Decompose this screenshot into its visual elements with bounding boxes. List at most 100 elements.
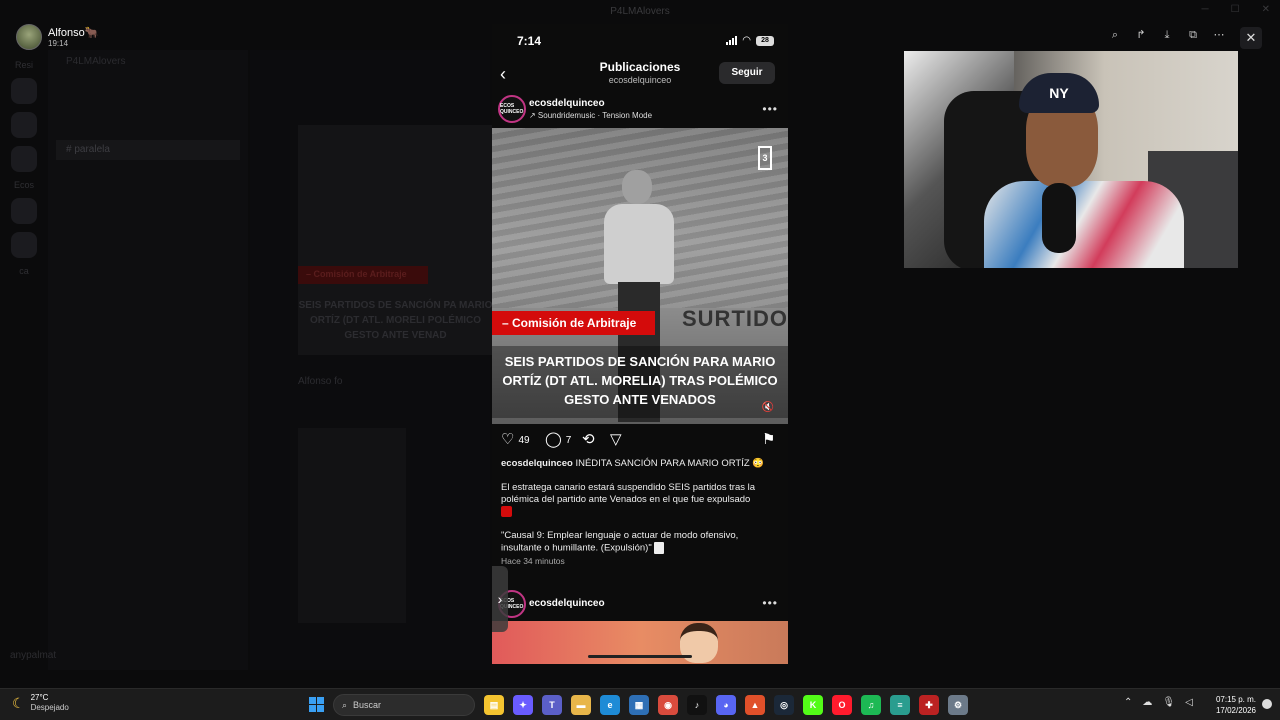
avatar[interactable]: ECOS QUINCEO (498, 95, 526, 123)
comment-icon[interactable]: ◯ (545, 432, 562, 448)
search-input[interactable]: ⌕ Buscar (333, 694, 475, 716)
post-caption: ecosdelquinceo INÉDITA SANCIÓN PARA MARI… (501, 458, 781, 567)
battery-icon: 28 (756, 35, 774, 46)
taskbar-apps: ▤ ✦ T ▬ e ▦ ◉ ♪ ◕ ▲ ◎ K O ♫ ≡ ✚ ⚙ (484, 695, 968, 715)
server-icon[interactable] (11, 232, 37, 258)
status-icons: ◠ 28 (726, 35, 774, 46)
mute-icon[interactable]: 🔇 (762, 402, 774, 413)
chevron-right-icon[interactable]: › (492, 566, 508, 632)
streamer-shirt (984, 181, 1184, 268)
post-username[interactable]: ecosdelquinceo (529, 598, 605, 609)
background-server-list: Resi Ecos ca (8, 60, 40, 276)
kick-icon[interactable]: K (803, 695, 823, 715)
phone-status-bar: 7:14 ◠ 28 (492, 24, 788, 58)
sponsor-text: SURTIDO (682, 306, 788, 331)
open-external-icon[interactable]: ⧉ (1186, 28, 1200, 42)
caption-title: INÉDITA SANCIÓN PARA MARIO ORTÍZ 😳 (575, 458, 765, 469)
phone-screenshot: 7:14 ◠ 28 ‹ Publicaciones ecosdelquinceo… (492, 24, 788, 664)
follow-button[interactable]: Seguir (719, 62, 775, 84)
webcam-feed: NY (904, 51, 1238, 268)
start-icon[interactable] (309, 697, 324, 712)
chrome-icon[interactable]: ◉ (658, 695, 678, 715)
background-server-name[interactable]: P4LMAlovers (56, 52, 240, 72)
tiktok-icon[interactable]: ♪ (687, 695, 707, 715)
copilot-icon[interactable]: ✦ (513, 695, 533, 715)
like-count: 49 (518, 434, 530, 446)
background-label: ca (19, 266, 29, 276)
channel-row[interactable] (56, 184, 240, 204)
server-icon[interactable] (11, 112, 37, 138)
background-headline: SEIS PARTIDOS DE SANCIÓN PA MARIO ORTÍZ … (298, 300, 493, 341)
comment-count: 7 (565, 434, 572, 446)
background-user-panel: anypalmat (10, 650, 240, 674)
file-explorer-icon[interactable]: ▤ (484, 695, 504, 715)
channel-row[interactable] (56, 74, 240, 94)
folder-icon[interactable]: ▬ (571, 695, 591, 715)
caption-username[interactable]: ecosdelquinceo (501, 458, 573, 469)
background-label: Ecos (13, 180, 34, 190)
opera-icon[interactable]: O (832, 695, 852, 715)
post-music[interactable]: ↗ Soundridemusic · Tension Mode (529, 111, 652, 120)
channel-row[interactable] (56, 96, 240, 116)
status-time: 7:14 (517, 34, 542, 48)
more-icon[interactable]: ⋯ (1212, 28, 1226, 42)
more-options-icon[interactable]: ••• (762, 102, 778, 116)
steam-icon[interactable]: ◎ (774, 695, 794, 715)
media-viewer-toolbar: ⌕ ↱ ⤓ ⧉ ⋯ (1108, 28, 1226, 42)
wifi-icon: ◠ (742, 35, 751, 46)
background-window-title: P4LMAlovers (610, 5, 670, 17)
signal-icon (726, 36, 738, 45)
channel-row[interactable] (56, 162, 240, 182)
game-icon[interactable]: ✚ (919, 695, 939, 715)
background-bottom-user: anypalmat (10, 650, 57, 661)
server-icon[interactable] (11, 198, 37, 224)
instagram-header: ‹ Publicaciones ecosdelquinceo Seguir (492, 58, 788, 90)
weather-widget[interactable]: ☾ 27°C Despejado (12, 693, 69, 713)
maximize-icon[interactable]: ☐ (1231, 4, 1240, 15)
brave-icon[interactable]: ▲ (745, 695, 765, 715)
mic-icon[interactable]: 🎙 (1162, 697, 1175, 708)
minimize-icon[interactable]: ─ (1202, 4, 1209, 15)
channel-row-active[interactable]: # paralela (56, 140, 240, 160)
post-image[interactable]: 3 SURTIDO – Comisión de Arbitraje SEIS P… (492, 128, 788, 424)
edge-icon[interactable]: e (600, 695, 620, 715)
windows-taskbar: ☾ 27°C Despejado ⌕ Buscar ▤ ✦ T ▬ e ▦ ◉ ♪ ◕ ▲ ◎ K O ♫… (0, 688, 1280, 720)
weather-temp: 27°C (30, 693, 49, 702)
background-red-tag: – Comisión de Arbitraje (298, 266, 428, 284)
close-icon[interactable]: ✕ (1240, 27, 1262, 49)
send-icon[interactable]: ▽ (610, 432, 622, 448)
microphone (1042, 183, 1076, 253)
chevron-up-icon[interactable]: ⌃ (1124, 697, 1132, 708)
repost-icon[interactable]: ⟲ (582, 432, 595, 448)
home-indicator (588, 655, 692, 658)
comment-action[interactable]: ◯ 7 (545, 432, 571, 448)
bookmark-icon[interactable]: ⚑ (762, 432, 775, 448)
clock-date: 17/02/2026 (1215, 706, 1256, 715)
zoom-in-icon[interactable]: ⌕ (1108, 28, 1122, 42)
settings-icon[interactable]: ⚙ (948, 695, 968, 715)
caption-quote: "Causal 9: Emplear lenguaje o actuar de … (501, 530, 739, 554)
discord-icon[interactable]: ◕ (716, 695, 736, 715)
heart-icon[interactable]: ♡ (501, 432, 514, 448)
server-icon[interactable] (11, 78, 37, 104)
post-header: ECOS QUINCEO ecosdelquinceo ••• (492, 590, 788, 618)
speaker-icon[interactable]: ◁ (1185, 697, 1193, 708)
cloud-icon[interactable]: ☁ (1142, 697, 1152, 708)
like-action[interactable]: ♡ 49 (501, 432, 530, 448)
post-header: ECOS QUINCEO ecosdelquinceo ↗ Soundridem… (492, 94, 788, 126)
server-icon[interactable] (11, 146, 37, 172)
window-close-icon[interactable]: ✕ (1262, 4, 1270, 15)
teams-icon[interactable]: T (542, 695, 562, 715)
share-icon[interactable]: ↱ (1134, 28, 1148, 42)
clock-time: 07:15 p. m. (1215, 695, 1256, 704)
spotify-icon[interactable]: ♫ (861, 695, 881, 715)
image-red-tag: – Comisión de Arbitraje (492, 311, 655, 335)
notification-icon[interactable] (1262, 699, 1272, 709)
post-username[interactable]: ecosdelquinceo (529, 98, 605, 109)
calculator-icon[interactable]: ▦ (629, 695, 649, 715)
download-icon[interactable]: ⤓ (1160, 28, 1174, 42)
notepad-icon[interactable]: ≡ (890, 695, 910, 715)
channel-row[interactable] (56, 118, 240, 138)
clock[interactable]: 07:15 p. m. 17/02/2026 (1200, 694, 1256, 716)
more-options-icon[interactable]: ••• (762, 596, 778, 610)
